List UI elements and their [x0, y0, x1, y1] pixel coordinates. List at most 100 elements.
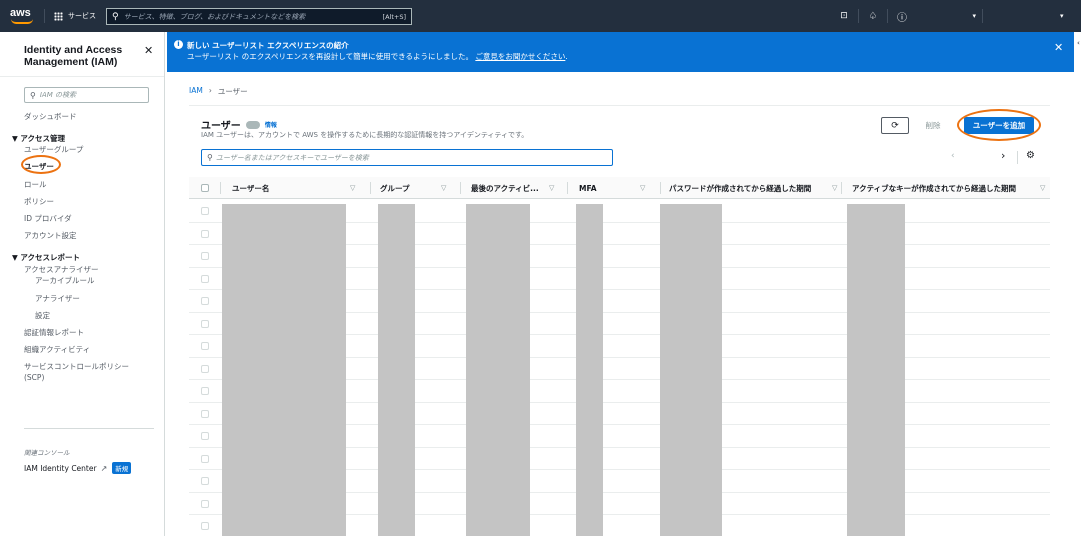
close-icon[interactable]: ✕ [1054, 41, 1063, 54]
column-label: グループ [380, 183, 410, 193]
global-search-placeholder: サービス、特徴、ブログ、およびドキュメントなどを検索 [123, 12, 306, 21]
row-checkbox[interactable] [201, 364, 209, 373]
sidebar-section-access-management[interactable]: ▼ アクセス管理 [12, 133, 65, 144]
user-count-badge [245, 120, 260, 129]
section-label: アクセス管理 [20, 134, 66, 143]
info-link[interactable]: 情報 [265, 120, 277, 129]
sidebar-search-input[interactable]: ⚲ IAM の検索 [24, 87, 149, 103]
row-checkbox[interactable] [201, 409, 209, 418]
account-menu[interactable]: ▾ [910, 0, 976, 32]
sidebar-item-archive-rules[interactable]: アーカイブルール [35, 275, 95, 286]
row-checkbox[interactable] [201, 252, 209, 260]
close-icon[interactable]: ✕ [144, 44, 153, 57]
sort-icon: ▽ [1040, 184, 1046, 192]
flash-title: 新しい ユーザーリスト エクスペリエンスの紹介 [187, 41, 349, 50]
sidebar-item-account-settings[interactable]: アカウント設定 [24, 230, 77, 241]
row-checkbox[interactable] [201, 432, 209, 440]
cloudshell-icon[interactable]: ⊡ [830, 11, 858, 21]
redacted-username-column [222, 204, 346, 536]
sidebar-item-roles[interactable]: ロール [24, 179, 47, 190]
breadcrumb-iam[interactable]: IAM [189, 86, 203, 97]
previous-page-button[interactable]: ‹ [951, 151, 955, 161]
flash-message: ユーザーリスト のエクスペリエンスを再設計して簡単に使用できるようにしました。 … [187, 52, 568, 61]
row-checkbox[interactable] [201, 297, 209, 305]
region-menu[interactable]: ▾ [1060, 0, 1064, 32]
refresh-button[interactable]: ⟳ [881, 117, 909, 134]
redacted-mfa-column [576, 204, 603, 536]
sidebar-item-users[interactable]: ユーザー [24, 161, 54, 172]
user-search-placeholder: ユーザー名またはアクセスキーでユーザーを検索 [215, 153, 369, 162]
sidebar-item-access-analyzer[interactable]: アクセスアナライザー [24, 264, 98, 275]
column-divider [660, 182, 661, 194]
row-checkbox[interactable] [201, 207, 209, 215]
grid-icon [54, 11, 63, 21]
column-label: MFA [579, 183, 597, 193]
breadcrumb-users: ユーザー [217, 87, 248, 96]
sidebar-item-analyzers[interactable]: アナライザー [35, 293, 80, 304]
flash-message-text: ユーザーリスト のエクスペリエンスを再設計して簡単に使用できるようにしました。 [187, 52, 473, 61]
column-header-active-key-age[interactable]: アクティブなキーが作成されてから経過した期間 ▽ [852, 177, 1050, 199]
nav-divider [44, 9, 45, 23]
sidebar-item-credential-report[interactable]: 認証情報レポート [24, 327, 84, 338]
external-link-icon: ↗ [100, 463, 108, 473]
sidebar-item-scp[interactable]: サービスコントロールポリシー (SCP) [24, 361, 149, 383]
sort-icon: ▽ [350, 184, 356, 192]
sidebar-item-user-groups[interactable]: ユーザーグループ [24, 144, 83, 155]
global-search-input[interactable]: ⚲ サービス、特徴、ブログ、およびドキュメントなどを検索 [Alt+S] [106, 8, 412, 25]
column-divider [370, 182, 371, 194]
services-menu-button[interactable]: サービス [54, 0, 96, 32]
sidebar-item-policies[interactable]: ポリシー [24, 196, 54, 207]
nav-divider [858, 9, 859, 23]
related-consoles-label: 関連コンソール [24, 449, 70, 457]
column-header-password-age[interactable]: パスワードが作成されてから経過した期間 ▽ [669, 177, 841, 199]
nav-divider [982, 9, 983, 23]
row-checkbox[interactable] [201, 319, 209, 328]
search-icon: ⚲ [207, 153, 213, 162]
aws-smile-icon [11, 19, 33, 24]
row-checkbox[interactable] [201, 387, 209, 395]
column-divider [567, 182, 568, 194]
column-divider [841, 182, 842, 194]
sort-icon: ▽ [549, 184, 555, 192]
refresh-icon: ⟳ [891, 120, 899, 131]
row-checkbox[interactable] [201, 522, 209, 530]
column-header-groups[interactable]: グループ ▽ [380, 177, 460, 199]
info-icon: i [174, 40, 183, 49]
delete-button[interactable]: 削除 [917, 117, 949, 134]
column-header-last-activity[interactable]: 最後のアクティビ... ▽ [471, 177, 567, 199]
user-search-input[interactable]: ⚲ ユーザー名またはアクセスキーでユーザーを検索 [201, 149, 613, 166]
column-divider [460, 182, 461, 194]
sidebar-item-organization-activity[interactable]: 組織アクティビティ [24, 344, 90, 355]
chevron-right-icon: › [208, 86, 212, 95]
add-user-button[interactable]: ユーザーを追加 [964, 117, 1034, 134]
feedback-link[interactable]: ご意見をお聞かせください [475, 52, 565, 61]
column-header-username[interactable]: ユーザー名 ▽ [232, 177, 370, 199]
aws-logo[interactable]: aws [10, 8, 36, 24]
right-panel-edge: ‹ [1074, 32, 1081, 536]
sidebar-item-identity-center[interactable]: IAM Identity Center ↗ 新規 [24, 462, 132, 474]
column-header-mfa[interactable]: MFA ▽ [579, 177, 659, 199]
checkbox[interactable] [201, 184, 209, 192]
next-page-button[interactable]: › [1001, 149, 1005, 162]
page-description: IAM ユーザーは、アカウントで AWS を操作するために長期的な認証情報を持つ… [201, 131, 529, 139]
search-shortcut-hint: [Alt+S] [382, 12, 406, 21]
sidebar-item-dashboard[interactable]: ダッシュボード [24, 111, 77, 122]
sidebar-item-identity-providers[interactable]: ID プロバイダ [24, 213, 72, 224]
row-checkbox[interactable] [201, 477, 209, 485]
services-label: サービス [68, 12, 96, 20]
sidebar-item-settings[interactable]: 設定 [35, 310, 50, 321]
row-checkbox[interactable] [201, 229, 209, 238]
gear-icon[interactable]: ⚙ [1026, 150, 1035, 161]
row-checkbox[interactable] [201, 499, 209, 508]
column-label: 最後のアクティビ... [471, 183, 539, 193]
column-label: パスワードが作成されてから経過した期間 [669, 183, 812, 193]
help-icon[interactable]: ‹ [1077, 39, 1080, 47]
sidebar-section-access-reports[interactable]: ▼ アクセスレポート [12, 252, 80, 263]
row-checkbox[interactable] [201, 342, 209, 350]
notifications-bell-icon[interactable]: ♤ [859, 11, 887, 22]
nav-divider [887, 9, 888, 23]
select-all-checkbox[interactable] [201, 177, 209, 199]
sidebar: Identity and Access Management (IAM) ✕ ⚲… [0, 32, 165, 536]
row-checkbox[interactable] [201, 454, 209, 463]
row-checkbox[interactable] [201, 274, 209, 283]
